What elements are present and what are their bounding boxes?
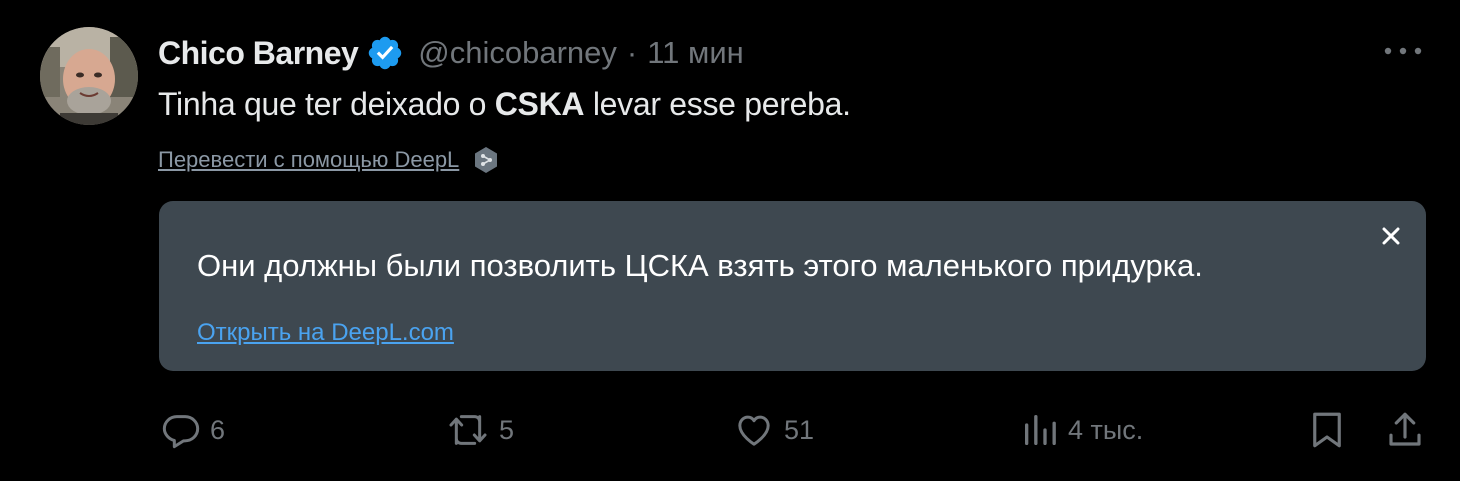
- tweet-text-before: Tinha que ter deixado o: [158, 86, 495, 122]
- tweet-text-after: levar esse pereba.: [584, 86, 851, 122]
- author-display-name[interactable]: Chico Barney: [158, 35, 359, 72]
- verified-badge-icon[interactable]: [366, 34, 404, 72]
- heart-icon: [738, 415, 770, 446]
- tweet-actions-bar: 6 5 51 4 тыс.: [0, 400, 1460, 460]
- open-on-deepl-link[interactable]: Открыть на DeepL.com: [197, 319, 454, 347]
- translation-box: Они должны были позволить ЦСКА взять это…: [159, 201, 1426, 371]
- translation-text: Они должны были позволить ЦСКА взять это…: [197, 248, 1203, 283]
- tweet: Chico Barney @chicobarney · 11 мин Tinha…: [0, 0, 1460, 481]
- like-button[interactable]: 51: [732, 408, 814, 452]
- author-handle[interactable]: @chicobarney: [418, 35, 617, 71]
- translate-with-deepl-link[interactable]: Перевести с помощью DeepL: [158, 145, 501, 175]
- reply-icon: [162, 415, 200, 449]
- share-button[interactable]: [1384, 408, 1426, 452]
- tweet-text: Tinha que ter deixado o CSKA levar esse …: [158, 86, 851, 123]
- bookmark-icon: [1313, 412, 1341, 448]
- more-horizontal-icon[interactable]: [1382, 40, 1424, 62]
- share-icon: [1389, 412, 1421, 446]
- tweet-header: Chico Barney @chicobarney · 11 мин: [158, 30, 744, 76]
- views-button[interactable]: 4 тыс.: [1020, 408, 1143, 452]
- repost-icon: [449, 415, 487, 445]
- bookmark-button[interactable]: [1306, 408, 1348, 452]
- views-chart-icon: [1025, 415, 1056, 445]
- reply-button[interactable]: 6: [160, 408, 225, 452]
- avatar-image: [40, 27, 138, 125]
- close-icon[interactable]: [1381, 226, 1401, 246]
- avatar[interactable]: [40, 27, 138, 125]
- repost-button[interactable]: 5: [445, 408, 514, 452]
- tweet-text-bold: CSKA: [494, 86, 585, 122]
- header-separator: ·: [626, 35, 638, 70]
- tweet-timestamp[interactable]: 11 мин: [647, 35, 744, 71]
- like-count: 51: [784, 414, 815, 445]
- translate-link-label: Перевести с помощью DeepL: [158, 147, 460, 172]
- reply-count: 6: [210, 414, 226, 445]
- views-count: 4 тыс.: [1068, 414, 1144, 445]
- deepl-icon: [471, 145, 501, 175]
- repost-count: 5: [499, 414, 515, 445]
